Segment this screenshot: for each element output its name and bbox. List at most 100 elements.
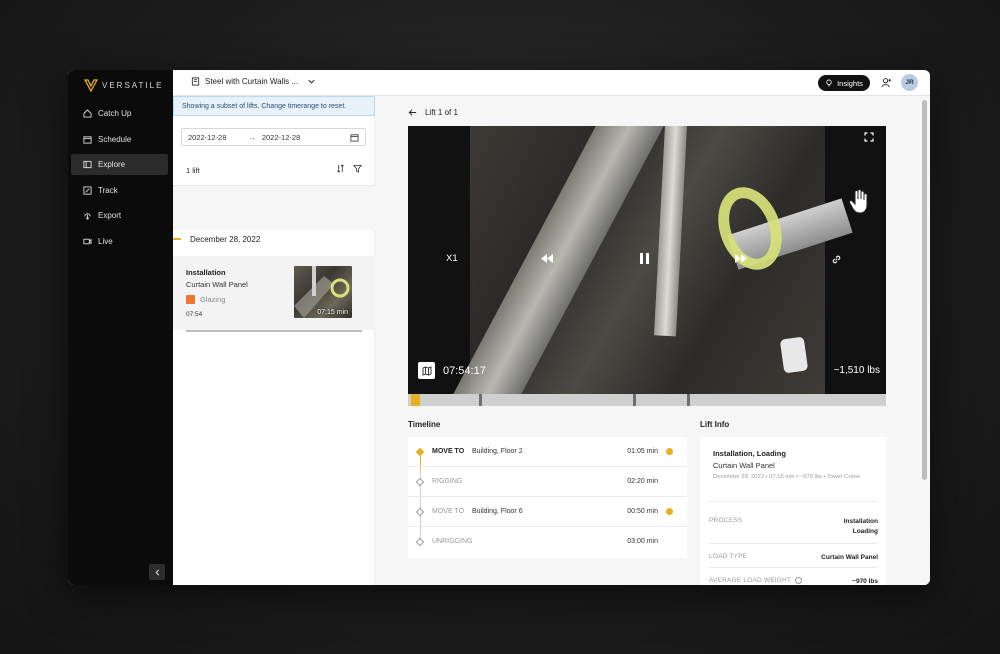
timeline-action: RIGGING xyxy=(432,478,463,485)
map-button[interactable] xyxy=(418,362,435,379)
process-value-2: Loading xyxy=(852,528,878,536)
scrollbar[interactable] xyxy=(922,100,927,480)
sidebar-item-track[interactable]: Track xyxy=(71,180,168,201)
timeline-duration: 00:50 min xyxy=(627,508,658,515)
scrubber-marker[interactable] xyxy=(633,394,636,406)
sidebar-item-label: Live xyxy=(98,236,113,246)
divider xyxy=(709,501,878,502)
timeline-action: UNRIGGING xyxy=(432,538,473,545)
fullscreen-button[interactable] xyxy=(864,132,874,142)
fast-forward-button[interactable] xyxy=(735,254,747,263)
info-icon[interactable] xyxy=(794,577,802,584)
video-scene-rigging xyxy=(707,178,793,279)
sidebar-item-schedule[interactable]: Schedule xyxy=(71,129,168,150)
calendar-icon xyxy=(350,134,359,142)
video-timestamp: 07:54:17 xyxy=(443,365,486,377)
timeline-node xyxy=(415,477,425,487)
sidebar-item-label: Catch Up xyxy=(98,109,132,118)
lift-card-tag: Glazing xyxy=(186,295,225,304)
date-from: 2022-12-28 xyxy=(188,132,227,142)
lift-thumbnail[interactable]: 07:15 min xyxy=(294,266,352,318)
scrubber-progress xyxy=(411,394,420,406)
sidebar-item-catch-up[interactable]: Catch Up xyxy=(71,103,168,124)
fullscreen-icon xyxy=(864,132,874,142)
logo-text: VERSATILE xyxy=(102,80,164,90)
sidebar-item-label: Track xyxy=(98,185,118,195)
lightbulb-icon xyxy=(826,79,832,87)
user-add-icon[interactable] xyxy=(881,77,892,88)
arrow-left-icon[interactable] xyxy=(408,108,417,117)
camera-icon xyxy=(83,238,92,244)
copy-link-button[interactable] xyxy=(831,254,842,265)
sidebar-nav: Catch Up Schedule Explore Track Export L… xyxy=(71,103,168,256)
timeline-action: MOVE TO xyxy=(432,448,465,455)
timeline-row[interactable]: UNRIGGING 03:00 min xyxy=(408,527,687,557)
sidebar: VERSATILE Catch Up Schedule Explore Trac… xyxy=(68,70,173,585)
playback-speed-button[interactable]: X1 xyxy=(446,253,458,264)
sidebar-item-export[interactable]: Export xyxy=(71,205,168,226)
collapse-sidebar-button[interactable] xyxy=(149,564,165,580)
lift-info-heading: Installation, Loading xyxy=(713,449,786,458)
lift-info-meta: December 28, 2022 • 07:15 min • ~970 lbs… xyxy=(713,474,860,480)
process-value-1: Installation xyxy=(843,518,878,525)
divider xyxy=(709,567,878,568)
timeline-row[interactable]: RIGGING 02:20 min xyxy=(408,467,687,497)
sidebar-item-explore[interactable]: Explore xyxy=(71,154,168,175)
scrubber-marker[interactable] xyxy=(479,394,482,406)
filter-icon[interactable] xyxy=(353,164,362,173)
lift-detail-panel: Lift 1 of 1 X1 07:54:17 ~1,510 lbs Timel… xyxy=(375,96,930,585)
timeline-node-active xyxy=(415,447,425,457)
rewind-icon xyxy=(541,254,553,263)
avatar[interactable]: JR xyxy=(901,74,918,91)
tag-label: Glazing xyxy=(200,295,226,304)
card-underline xyxy=(186,330,362,332)
subset-banner: Showing a subset of lifts. Change timera… xyxy=(173,96,375,116)
project-name: Steel with Curtain Walls ... xyxy=(205,77,299,86)
lift-card[interactable]: Installation Curtain Wall Panel Glazing … xyxy=(173,256,375,330)
lift-card-subtitle: Curtain Wall Panel xyxy=(186,280,248,289)
sort-icon[interactable] xyxy=(336,164,345,173)
video-scene-mast xyxy=(653,126,689,337)
timeline-title: Timeline xyxy=(408,420,441,429)
load-type-label: LOAD TYPE xyxy=(709,553,748,560)
video-scrubber[interactable] xyxy=(408,394,886,406)
timeline-location: Building, Floor 6 xyxy=(472,508,523,515)
sidebar-item-live[interactable]: Live xyxy=(71,231,168,252)
rewind-button[interactable] xyxy=(541,254,553,263)
lift-title: Lift 1 of 1 xyxy=(425,108,458,117)
lift-info-card: Installation, Loading Curtain Wall Panel… xyxy=(700,437,886,585)
lift-card-time: 07:54 xyxy=(186,311,203,318)
avg-weight-label-text: AVERAGE LOAD WEIGHT xyxy=(709,577,791,585)
timeline-location: Building, Floor 2 xyxy=(472,448,523,455)
calendar-icon xyxy=(83,135,92,144)
insights-button[interactable]: Insights xyxy=(818,75,870,91)
lift-card-title: Installation xyxy=(186,268,226,277)
chevron-left-icon xyxy=(154,569,159,575)
arrow-right-icon: → xyxy=(248,132,256,142)
logo[interactable]: VERSATILE xyxy=(84,78,163,92)
project-selector[interactable]: Steel with Curtain Walls ... xyxy=(191,77,316,86)
export-icon xyxy=(84,213,91,220)
avg-weight-value: ~970 lbs xyxy=(852,578,878,585)
tag-color-swatch xyxy=(186,295,195,304)
building-icon xyxy=(191,77,200,86)
date-range-picker[interactable]: 2022-12-28 → 2022-12-28 xyxy=(181,128,366,146)
pause-button[interactable] xyxy=(640,253,649,264)
timeline-row[interactable]: MOVE TO Building, Floor 2 01:05 min xyxy=(408,437,687,467)
chevron-down-icon xyxy=(308,79,315,84)
avg-weight-label: AVERAGE LOAD WEIGHT xyxy=(709,577,802,584)
list-tools xyxy=(336,164,362,173)
track-icon xyxy=(83,185,92,195)
timeline-status-dot xyxy=(666,508,673,515)
lift-info-subtitle: Curtain Wall Panel xyxy=(713,461,775,470)
load-type-value: Curtain Wall Panel xyxy=(821,554,878,561)
sidebar-item-label: Export xyxy=(98,211,122,220)
divider xyxy=(709,543,878,544)
timeline-node xyxy=(415,507,425,517)
video-player[interactable]: X1 07:54:17 ~1,510 lbs xyxy=(408,126,886,394)
timeline-list: MOVE TO Building, Floor 2 01:05 min RIGG… xyxy=(408,437,687,558)
process-value: Installation Loading xyxy=(844,517,878,538)
scrubber-marker[interactable] xyxy=(687,394,690,406)
app-window: VERSATILE Catch Up Schedule Explore Trac… xyxy=(68,70,930,585)
timeline-row[interactable]: MOVE TO Building, Floor 6 00:50 min xyxy=(408,497,687,527)
